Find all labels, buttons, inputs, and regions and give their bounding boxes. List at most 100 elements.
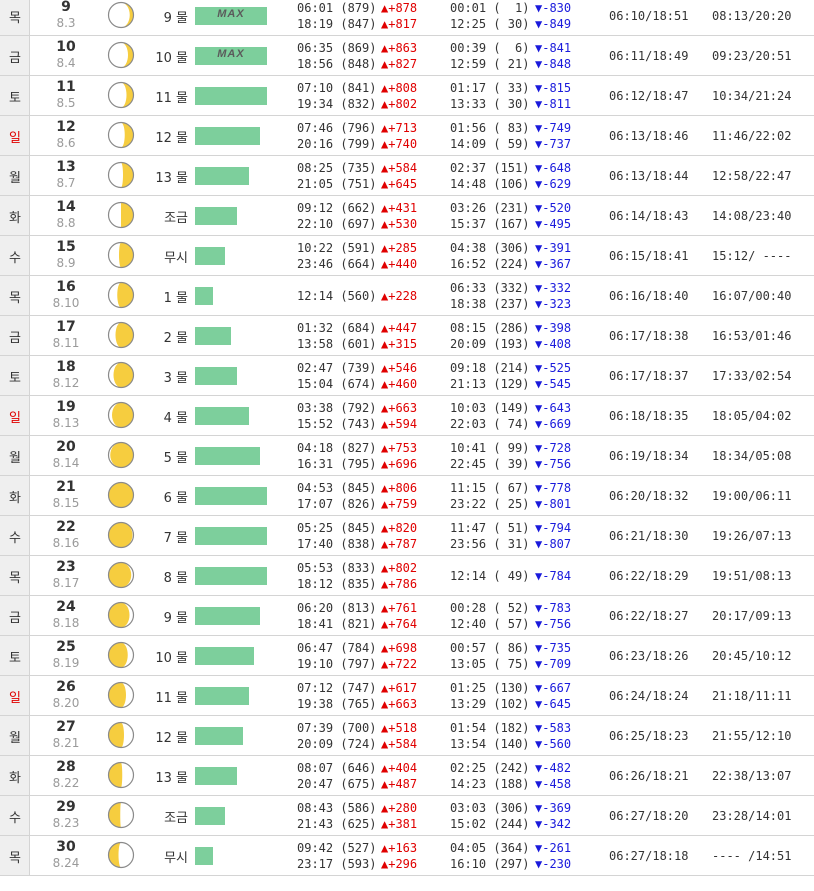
high-tide: 18:56 (848)	[297, 57, 377, 71]
low-tide: 12:40 ( 57)	[450, 617, 530, 631]
high-tide-change: ▲+163	[381, 841, 418, 855]
high-tide: 01:32 (684)	[297, 321, 377, 335]
weekday-cell: 일	[0, 676, 30, 715]
table-row: 일 12 8.6 12 물 07:46 (796) 20:16 (799) ▲+713 ▲+7…	[0, 116, 814, 156]
low-tide: 03:03 (306)	[450, 801, 530, 815]
table-row: 월 13 8.7 13 물 08:25 (735) 21:05 (751) ▲+584 ▲+6…	[0, 156, 814, 196]
low-tide: 23:22 ( 25)	[450, 497, 530, 511]
high-tide-change: ▲+440	[381, 257, 418, 271]
table-row: 토 18 8.12 3 물 02:47 (739) 15:04 (674) ▲+546 ▲+4…	[0, 356, 814, 396]
moon-phase-icon	[107, 241, 135, 269]
high-tide: 07:12 (747)	[297, 681, 377, 695]
low-tide-change: ▼-261	[535, 841, 572, 855]
high-tide-change: ▲+764	[381, 617, 418, 631]
lunar-date: 8.14	[52, 456, 80, 470]
weekday: 토	[9, 371, 21, 386]
table-row: 목 23 8.17 8 물 05:53 (833) 18:12 (835) ▲+802 ▲+7…	[0, 556, 814, 596]
lunar-date: 8.4	[56, 56, 76, 70]
tide-phase: 9 물	[163, 11, 188, 26]
high-tide-change: ▲+698	[381, 641, 418, 655]
solar-day: 10	[56, 39, 76, 55]
weekday-cell: 수	[0, 796, 30, 835]
high-tide: 06:20 (813)	[297, 601, 377, 615]
high-tide-change: ▲+584	[381, 161, 418, 175]
solar-day: 20	[56, 439, 76, 455]
solar-day: 17	[56, 319, 76, 335]
high-tide-change: ▲+786	[381, 577, 418, 591]
weekday-cell: 토	[0, 636, 30, 675]
high-tide: 05:25 (845)	[297, 521, 377, 535]
solar-day: 24	[56, 599, 76, 615]
low-tide-change: ▼-645	[535, 697, 572, 711]
weekday: 목	[9, 11, 21, 26]
sunrise-sunset: 06:25/18:23	[609, 729, 689, 743]
tide-level-bar	[195, 167, 249, 185]
lunar-date: 8.20	[52, 696, 80, 710]
low-tide-change: ▼-849	[535, 17, 572, 31]
low-tide: 22:03 ( 74)	[450, 417, 530, 431]
low-tide: 01:25 (130)	[450, 681, 530, 695]
tide-level-bar	[195, 767, 237, 785]
low-tide-change: ▼-342	[535, 817, 572, 831]
high-tide-change: ▲+404	[381, 761, 418, 775]
sunrise-sunset: 06:13/18:44	[609, 169, 689, 183]
sunrise-sunset: 06:21/18:30	[609, 529, 689, 543]
high-tide-change: ▲+863	[381, 41, 418, 55]
weekday-cell: 목	[0, 836, 30, 875]
tide-level-bar	[195, 647, 254, 665]
tide-level-bar	[195, 607, 260, 625]
high-tide: 06:01 (879)	[297, 1, 377, 15]
high-tide: 09:12 (662)	[297, 201, 377, 215]
high-tide-change: ▲+447	[381, 321, 418, 335]
high-tide: 07:39 (700)	[297, 721, 377, 735]
lunar-date: 8.16	[52, 536, 80, 550]
max-label: MAX	[217, 48, 245, 60]
sunrise-sunset: 06:12/18:47	[609, 89, 689, 103]
solar-day: 12	[56, 119, 76, 135]
lunar-date: 8.10	[52, 296, 80, 310]
moon-phase-icon	[107, 281, 135, 309]
moonrise-moonset: 15:12/ ----	[712, 249, 792, 263]
low-tide-change: ▼-323	[535, 297, 572, 311]
low-tide-change: ▼-230	[535, 857, 572, 871]
tide-phase: 5 물	[163, 451, 188, 466]
table-row: 화 14 8.8 조금 09:12 (662) 22:10 (697) ▲+431 ▲+530…	[0, 196, 814, 236]
tide-level-bar	[195, 87, 267, 105]
moonrise-moonset: 12:58/22:47	[712, 169, 792, 183]
lunar-date: 8.9	[56, 256, 76, 270]
solar-day: 18	[56, 359, 76, 375]
moon-phase-icon	[107, 761, 135, 789]
high-tide-change: ▲+285	[381, 241, 418, 255]
table-row: 금 10 8.4 10 물 MAX 06:35 (869) 18:56 (848) ▲+863…	[0, 36, 814, 76]
high-tide: 16:31 (795)	[297, 457, 377, 471]
low-tide-change: ▼-735	[535, 641, 572, 655]
tide-level-bar	[195, 847, 213, 865]
lunar-date: 8.7	[56, 176, 76, 190]
sunrise-sunset: 06:16/18:40	[609, 289, 689, 303]
low-tide: 12:25 ( 30)	[450, 17, 530, 31]
moonrise-moonset: 16:07/00:40	[712, 289, 792, 303]
high-tide: 02:47 (739)	[297, 361, 377, 375]
low-tide: 13:05 ( 75)	[450, 657, 530, 671]
moonrise-moonset: 10:34/21:24	[712, 89, 792, 103]
high-tide-change: ▲+696	[381, 457, 418, 471]
moon-phase-icon	[107, 481, 135, 509]
tide-phase: 13 물	[155, 771, 188, 786]
table-row: 일 19 8.13 4 물 03:38 (792) 15:52 (743) ▲+663 ▲+5…	[0, 396, 814, 436]
moon-phase-icon	[107, 721, 135, 749]
weekday: 일	[9, 131, 21, 146]
tide-phase: 7 물	[163, 531, 188, 546]
solar-day: 16	[56, 279, 76, 295]
low-tide: 09:18 (214)	[450, 361, 530, 375]
low-tide-change: ▼-807	[535, 537, 572, 551]
weekday: 월	[9, 171, 21, 186]
tide-phase: 12 물	[155, 731, 188, 746]
table-row: 토 11 8.5 11 물 07:10 (841) 19:34 (832) ▲+808 ▲+8…	[0, 76, 814, 116]
high-tide-change: ▲+802	[381, 561, 418, 575]
weekday-cell: 월	[0, 716, 30, 755]
weekday-cell: 월	[0, 156, 30, 195]
high-tide-change: ▲+753	[381, 441, 418, 455]
low-tide: 00:28 ( 52)	[450, 601, 530, 615]
high-tide-change: ▲+663	[381, 697, 418, 711]
high-tide: 13:58 (601)	[297, 337, 377, 351]
